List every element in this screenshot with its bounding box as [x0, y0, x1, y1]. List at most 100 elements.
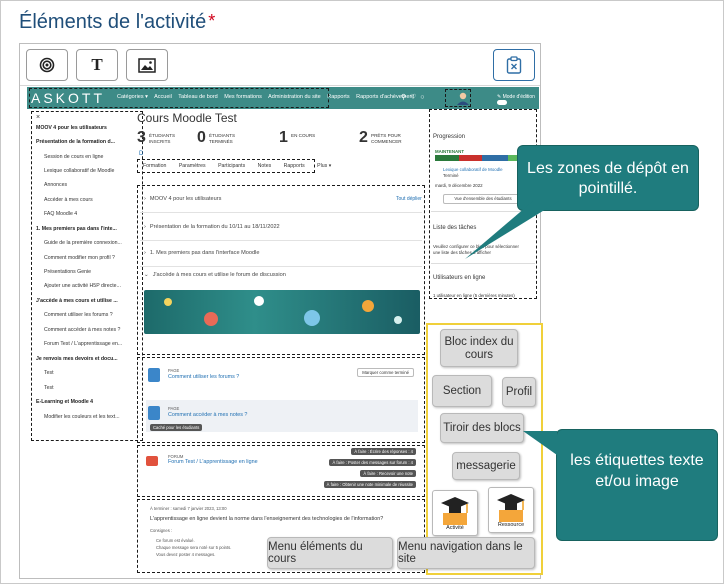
- edit-mode-toggle[interactable]: ✎ Mode d'édition: [497, 94, 539, 106]
- site-navigation-menu-button[interactable]: Menu navigation dans le site: [397, 537, 535, 569]
- drawer-item[interactable]: Ajouter une activité H5P directe...: [44, 283, 121, 289]
- activity-item[interactable]: PAGE Comment utiliser les forums ? Marqu…: [146, 362, 418, 394]
- editor-toolbar: T: [20, 44, 540, 86]
- clipboard-close-icon: [506, 56, 522, 74]
- drawer-item[interactable]: FAQ Moodle 4: [44, 211, 77, 217]
- stat-label: ÉTUDIANTS INSCRITS: [149, 133, 176, 144]
- tab-notes[interactable]: Notes: [258, 163, 272, 169]
- tab-participants[interactable]: Participants: [218, 163, 245, 169]
- activity-type: PAGE: [168, 406, 180, 411]
- tab-formation[interactable]: Formation: [143, 163, 166, 169]
- chevron-right-icon: ›: [144, 196, 146, 202]
- todo-badge: À faire : Poster des messages sur forum …: [329, 459, 416, 466]
- drawer-item[interactable]: Session de cours en ligne: [44, 154, 103, 160]
- drawer-item[interactable]: Modifier les couleurs et les text...: [44, 414, 120, 420]
- course-index-drawer: × MOOV 4 pour les utilisateurs Présentat…: [31, 111, 143, 441]
- collapse-all-link[interactable]: Tout déplier: [396, 196, 422, 202]
- search-icon[interactable]: ⚲: [401, 94, 406, 101]
- chevron-right-icon: ›: [144, 250, 146, 256]
- course-title: Cours Moodle Test: [137, 111, 237, 125]
- drawer-item[interactable]: Présentation de la formation d...: [36, 139, 115, 145]
- clipboard-close-button[interactable]: [493, 49, 535, 81]
- page-icon: [148, 368, 160, 382]
- callout-pointer-icon: [523, 431, 557, 455]
- stat-label: PRÊTS POUR COMMENCER: [371, 133, 402, 144]
- section-label: 1. Mes premiers pas dans l'interface Moo…: [149, 250, 260, 256]
- drawer-item[interactable]: Je renvois mes devoirs et docu...: [36, 356, 118, 362]
- nav-item[interactable]: Rapports: [327, 94, 349, 100]
- section-item[interactable]: › Présentation de la formation du 10/11 a…: [144, 224, 280, 230]
- drawer-item[interactable]: E-Learning et Moodle 4: [36, 399, 93, 405]
- section-item[interactable]: ⌄ J'accède à mes cours et utilise le foru…: [144, 272, 286, 278]
- drawer-item[interactable]: Accéder à mes cours: [44, 197, 93, 203]
- block-drawer-tile[interactable]: Tiroir des blocs: [440, 413, 524, 443]
- graduation-cap-icon: [497, 494, 525, 522]
- chevron-down-icon: ⌄: [144, 272, 149, 278]
- callout-labels: les étiquettes texte et/ou image: [556, 429, 718, 541]
- text-button[interactable]: T: [76, 49, 118, 81]
- drawer-item[interactable]: Comment utiliser les forums ?: [44, 312, 113, 318]
- image-icon: [138, 57, 156, 73]
- todo-badge: À faire : Écrire des réponses : 4: [351, 448, 416, 455]
- chevron-right-icon: ›: [144, 224, 146, 230]
- page-title: Éléments de l'activité *: [19, 11, 215, 34]
- divider: [140, 240, 422, 241]
- online-title: Utilisateurs en ligne: [433, 275, 486, 281]
- drawer-item[interactable]: Comment modifier mon profil ?: [44, 255, 115, 261]
- consigne-item: Ce forum est évalué.: [156, 538, 195, 543]
- course-sections-dropzone: Tout déplier › MOOV 4 pour les utilisateu…: [137, 185, 425, 355]
- forum-link[interactable]: Forum Test / L'apprentissage en ligne: [168, 459, 258, 465]
- lexique-link[interactable]: Lexique collaboratif de Moodle: [443, 167, 503, 172]
- section-item[interactable]: › MOOV 4 pour les utilisateurs: [144, 196, 221, 202]
- bell-icon[interactable]: ♡: [410, 94, 416, 101]
- avatar[interactable]: [456, 91, 470, 105]
- close-icon[interactable]: ×: [36, 114, 40, 121]
- block-index-tile[interactable]: Bloc index du cours: [440, 329, 518, 367]
- resource-tile[interactable]: Ressource: [488, 487, 534, 533]
- stat-number: 1: [279, 129, 288, 146]
- target-button[interactable]: [26, 49, 68, 81]
- page-icon: [148, 406, 160, 420]
- drawer-item[interactable]: Annonces: [44, 182, 67, 188]
- due-date: À terminer : samedi 7 janvier 2023, 13:0…: [150, 506, 227, 511]
- chat-icon[interactable]: ○: [420, 94, 424, 101]
- image-button[interactable]: [126, 49, 168, 81]
- activity-tile[interactable]: Activité: [432, 490, 478, 536]
- tab-rapports[interactable]: Rapports: [284, 163, 305, 169]
- activity-link[interactable]: Comment accéder à mes notes ?: [168, 412, 247, 418]
- drawer-item[interactable]: Guide de la première connexion...: [44, 240, 122, 246]
- drawer-item[interactable]: Forum Test / L'apprentissage en...: [44, 341, 122, 347]
- section-item[interactable]: › 1. Mes premiers pas dans l'interface Mo…: [144, 250, 259, 256]
- d-letter: D: [139, 151, 144, 157]
- course-elements-menu-button[interactable]: Menu éléments du cours: [267, 537, 393, 569]
- mark-done-button[interactable]: Marquer comme terminé: [357, 368, 414, 377]
- drawer-item[interactable]: Comment accéder à mes notes ?: [44, 327, 120, 333]
- drawer-item[interactable]: Test: [44, 370, 54, 376]
- drawer-item[interactable]: 1. Mes premiers pas dans l'inte...: [36, 226, 117, 232]
- drawer-item[interactable]: MOOV 4 pour les utilisateurs: [36, 125, 107, 131]
- todo-badge: À faire : Obtenir une note minimale de r…: [323, 481, 416, 488]
- edit-mode-label: Mode d'édition: [502, 94, 535, 100]
- drawer-item[interactable]: Test: [44, 385, 54, 391]
- target-icon: [39, 57, 55, 73]
- section-label: Présentation de la formation du 10/11 au…: [149, 224, 280, 230]
- consigne-item: Vous devez poster 4 messages.: [156, 552, 216, 557]
- drawer-item[interactable]: J'accède à mes cours et utilise ...: [36, 298, 118, 304]
- divider: [431, 263, 535, 264]
- profil-tile[interactable]: Profil: [502, 377, 536, 407]
- tab-parametres[interactable]: Paramètres: [179, 163, 206, 169]
- activity-link[interactable]: Comment utiliser les forums ?: [168, 374, 239, 380]
- course-tabs: Formation Paramètres Participants Notes …: [143, 163, 342, 169]
- moodle-navbar: ASKOTT Catégories ▾ Accueil Tableau de b…: [27, 87, 539, 109]
- tab-plus[interactable]: Plus ▾: [317, 163, 331, 169]
- hidden-badge: Caché pour les étudiants: [150, 424, 203, 431]
- section-tile[interactable]: Section: [432, 375, 492, 407]
- drawer-item[interactable]: Présentations Genie: [44, 269, 91, 275]
- activity-item[interactable]: PAGE Comment accéder à mes notes ? Caché…: [146, 400, 418, 432]
- todo-badge: À faire : Recevoir une note: [360, 470, 416, 477]
- messaging-tile[interactable]: messagerie: [452, 452, 520, 480]
- online-text: 1 utilisateur en ligne (5 dernières minu…: [433, 293, 515, 298]
- page-title-text: Éléments de l'activité: [19, 11, 207, 33]
- drawer-item[interactable]: Lexique collaboratif de Moodle: [44, 168, 114, 174]
- consignes-label: Consignes :: [150, 528, 173, 533]
